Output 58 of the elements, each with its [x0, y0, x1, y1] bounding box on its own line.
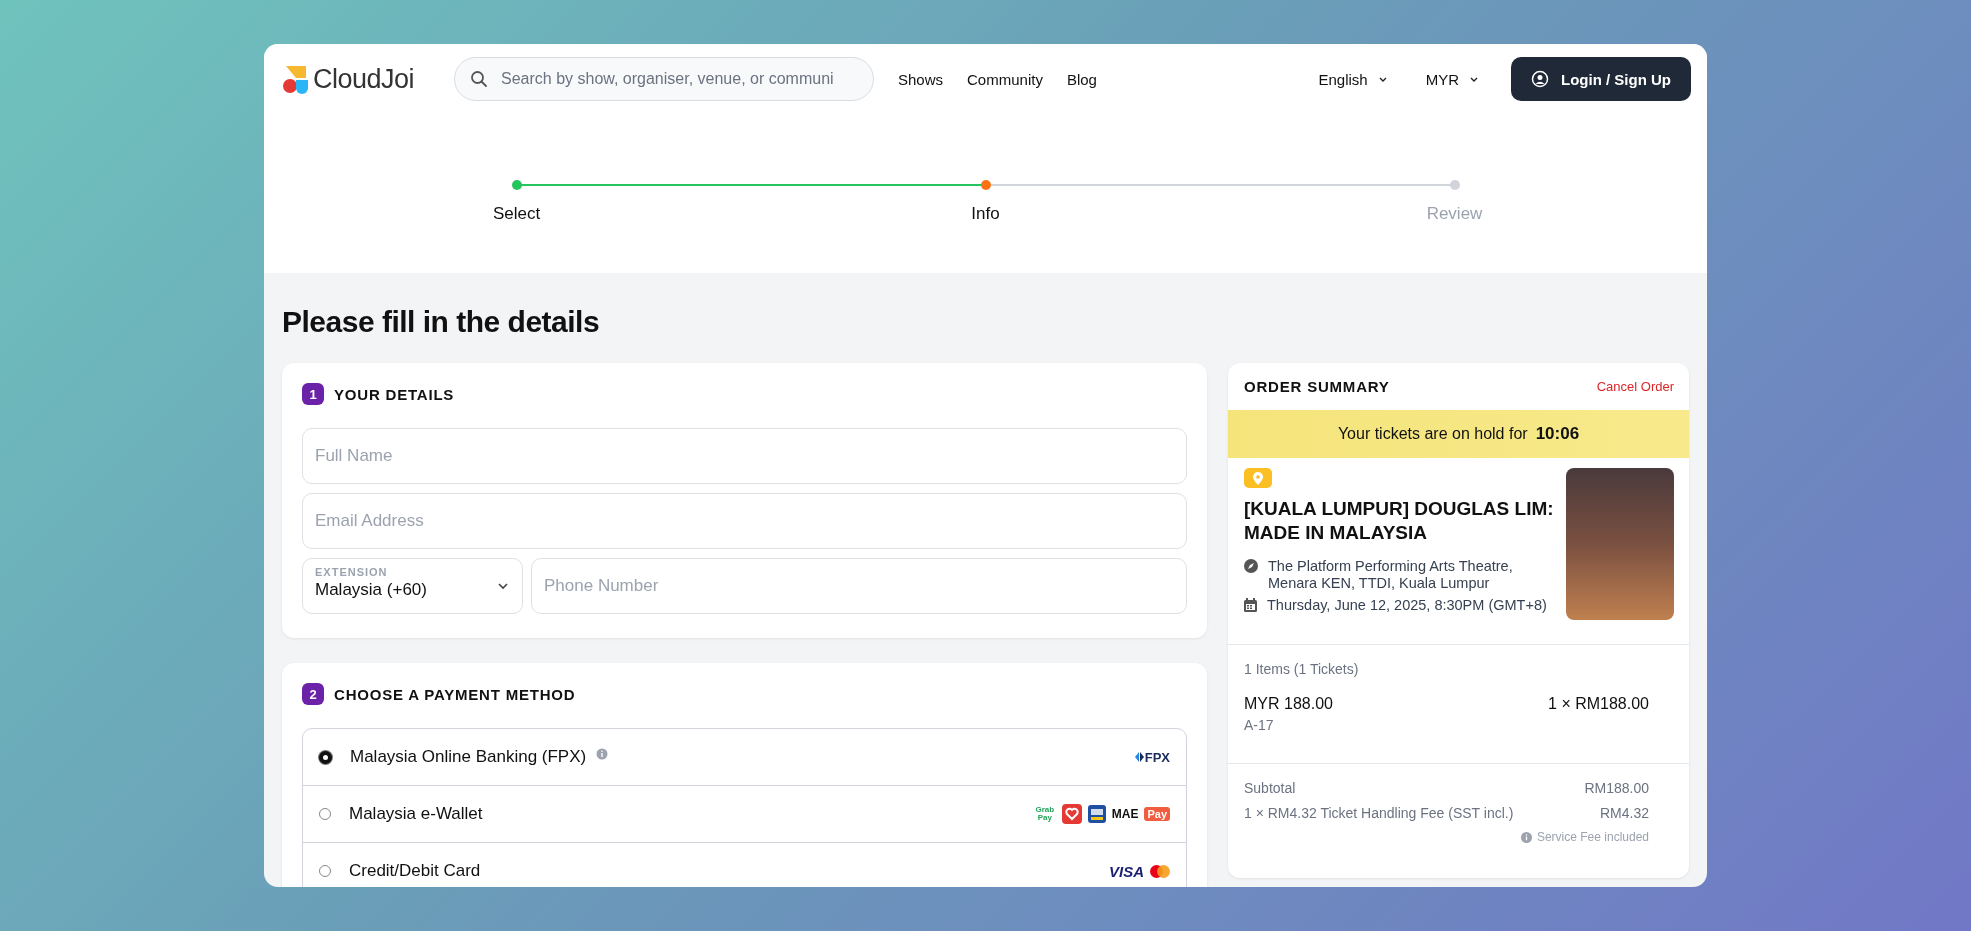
radio-button[interactable] — [319, 750, 332, 764]
language-dropdown[interactable]: English — [1312, 69, 1394, 89]
search-icon — [470, 70, 488, 88]
currency-dropdown[interactable]: MYR — [1419, 69, 1485, 89]
extension-select[interactable]: EXTENSION Malaysia (+60) — [302, 558, 523, 614]
seat-label: A-17 — [1244, 717, 1275, 733]
total-label: Subtotal — [1244, 780, 1296, 796]
cancel-order-link[interactable]: Cancel Order — [1596, 379, 1674, 394]
payment-option[interactable]: Malaysia Online Banking (FPX) FPX — [303, 729, 1186, 786]
fee-note: Service Fee included — [1536, 830, 1649, 844]
payment-label: Malaysia e-Wallet — [349, 804, 483, 824]
shopee-logo: Pay — [1144, 807, 1170, 821]
payment-label: Credit/Debit Card — [349, 861, 481, 881]
step-number: 2 — [302, 683, 324, 705]
venue-text: The Platform Performing Arts Theatre, Menara KEN, TTDI, Kuala Lumpur — [1268, 557, 1514, 592]
hold-timer: 10:06 — [1535, 424, 1580, 444]
page-title: Please fill in the details — [282, 305, 601, 339]
fpx-logo: FPX — [1134, 749, 1170, 765]
ticket-price: MYR 188.00 — [1244, 695, 1333, 713]
logo-text: CloudJoi — [313, 63, 415, 95]
compass-icon — [1244, 558, 1258, 573]
section-title: CHOOSE A PAYMENT METHOD — [334, 685, 576, 703]
total-value: RM188.00 — [1584, 780, 1649, 796]
payment-option[interactable]: Credit/Debit Card VISA — [303, 843, 1186, 887]
email-field[interactable]: Email Address — [302, 493, 1187, 549]
mae-logo: MAE — [1111, 807, 1139, 821]
summary-title: ORDER SUMMARY — [1244, 378, 1390, 395]
nav-link[interactable]: Shows — [898, 70, 944, 88]
nav-link[interactable]: Blog — [1066, 70, 1097, 88]
step-number: 1 — [302, 383, 324, 405]
mastercard-icon — [1150, 864, 1170, 878]
search-field[interactable]: Search by show, organiser, venue, or communi — [454, 57, 874, 101]
step-label: Info — [971, 204, 1000, 224]
phone-field[interactable]: Phone Number — [531, 558, 1187, 614]
login-button[interactable]: Login / Sign Up — [1511, 57, 1691, 101]
payment-option[interactable]: Malaysia e-Wallet Grab Pay MAE Pay — [303, 786, 1186, 843]
ticket-quantity: 1 × RM188.00 — [1548, 695, 1649, 714]
info-icon — [1520, 831, 1532, 843]
user-icon — [1531, 70, 1549, 88]
total-label: 1 × RM4.32 Ticket Handling Fee (SST incl.) — [1244, 805, 1514, 821]
logo-icon — [282, 64, 310, 94]
step-label: Select — [492, 204, 541, 224]
date-text: Thursday, June 12, 2025, 8:30PM (GMT+8) — [1267, 597, 1547, 614]
calendar-icon — [1244, 598, 1257, 613]
full-name-field[interactable]: Full Name — [302, 428, 1187, 484]
visa-logo: VISA — [1109, 862, 1144, 880]
section-title: YOUR DETAILS — [334, 385, 455, 403]
step-label: Review — [1426, 204, 1483, 224]
heart-logo-icon — [1061, 804, 1082, 824]
event-title: [KUALA LUMPUR] DOUGLAS LIM: MADE IN MALAYSIA — [1244, 496, 1554, 546]
pin-icon — [1253, 471, 1263, 485]
grab-logo: Grab Pay — [1034, 806, 1056, 822]
total-value: RM4.32 — [1599, 805, 1649, 821]
hold-text: Your tickets are on hold for — [1337, 425, 1528, 443]
payment-label: Malaysia Online Banking (FPX) — [350, 747, 587, 767]
nav-link[interactable]: Community — [967, 70, 1043, 88]
items-count: 1 Items (1 Tickets) — [1244, 661, 1360, 677]
wallet-logo-icon — [1087, 805, 1106, 823]
